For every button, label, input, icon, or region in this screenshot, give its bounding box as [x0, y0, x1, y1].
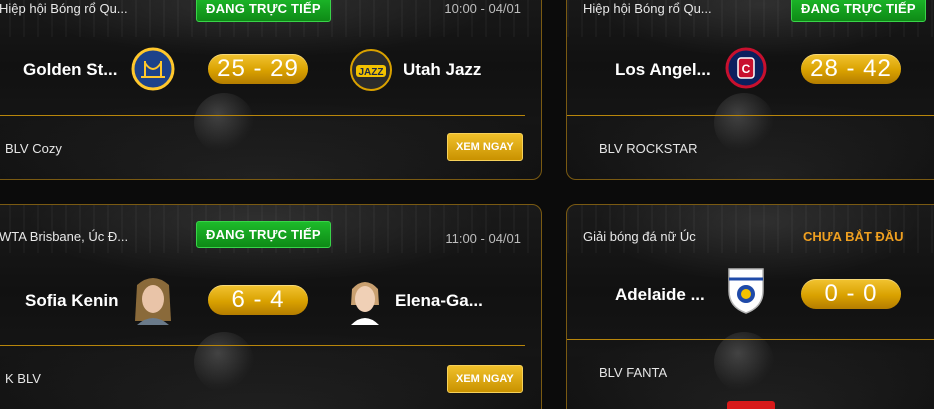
score-display: 0 - 0: [801, 279, 901, 309]
home-team-name: Los Angel...: [615, 60, 711, 79]
league-name: WTA Brisbane, Úc Đ...: [0, 229, 129, 244]
player-avatar-icon: [131, 275, 175, 330]
card-divider: [567, 339, 934, 340]
live-tab-indicator: [727, 401, 775, 409]
player-avatar-icon: [347, 275, 383, 330]
live-status-badge: ĐANG TRỰC TIẾP: [791, 0, 926, 22]
match-card-kenin[interactable]: WTA Brisbane, Úc Đ... ĐANG TRỰC TIẾP 11:…: [0, 204, 542, 409]
live-status-badge: ĐANG TRỰC TIẾP: [196, 221, 331, 248]
home-team-name: Golden St...: [23, 60, 118, 79]
match-time: 10:00 - 04/01: [444, 1, 521, 16]
watch-now-button[interactable]: XEM NGAY: [447, 133, 523, 161]
svg-text:C: C: [742, 62, 751, 76]
match-card-adelaide[interactable]: Giải bóng đá nữ Úc CHƯA BẮT ĐẦU Adelaide…: [566, 204, 934, 409]
score-display: 28 - 42: [801, 54, 901, 84]
utah-jazz-logo-icon: JAZZ: [348, 47, 394, 98]
league-name: Giải bóng đá nữ Úc: [583, 229, 696, 244]
match-card-golden-state-utah[interactable]: Hiệp hội Bóng rổ Qu... ĐANG TRỰC TIẾP 10…: [0, 0, 542, 180]
league-name: Hiệp hội Bóng rổ Qu...: [583, 1, 712, 16]
commentator-name: BLV FANTA: [599, 365, 668, 380]
score-display: 6 - 4: [208, 285, 308, 315]
league-name: Hiệp hội Bóng rổ Qu...: [0, 1, 128, 16]
away-team-name: Utah Jazz: [403, 60, 482, 79]
card-divider: [567, 115, 934, 116]
card-divider: [0, 115, 525, 116]
not-started-status: CHƯA BẮT ĐẦU: [803, 229, 904, 244]
la-clippers-logo-icon: C: [725, 47, 767, 94]
commentator-name: BLV Cozy: [5, 141, 62, 156]
watch-now-button[interactable]: XEM NGAY: [447, 365, 523, 393]
match-card-la-clippers[interactable]: Hiệp hội Bóng rổ Qu... ĐANG TRỰC TIẾP Lo…: [566, 0, 934, 180]
live-status-badge: ĐANG TRỰC TIẾP: [196, 0, 331, 22]
away-player-name: Elena-Ga...: [395, 291, 483, 310]
card-divider: [0, 345, 525, 346]
home-player-name: Sofia Kenin: [25, 291, 119, 310]
score-display: 25 - 29: [208, 54, 308, 84]
commentator-name: BLV ROCKSTAR: [599, 141, 698, 156]
adelaide-united-logo-icon: [725, 265, 767, 320]
match-time: 11:00 - 04/01: [445, 231, 521, 246]
home-team-name: Adelaide ...: [615, 285, 705, 304]
commentator-name: K BLV: [5, 371, 41, 386]
svg-text:JAZZ: JAZZ: [359, 67, 384, 78]
golden-state-logo-icon: [131, 47, 175, 96]
